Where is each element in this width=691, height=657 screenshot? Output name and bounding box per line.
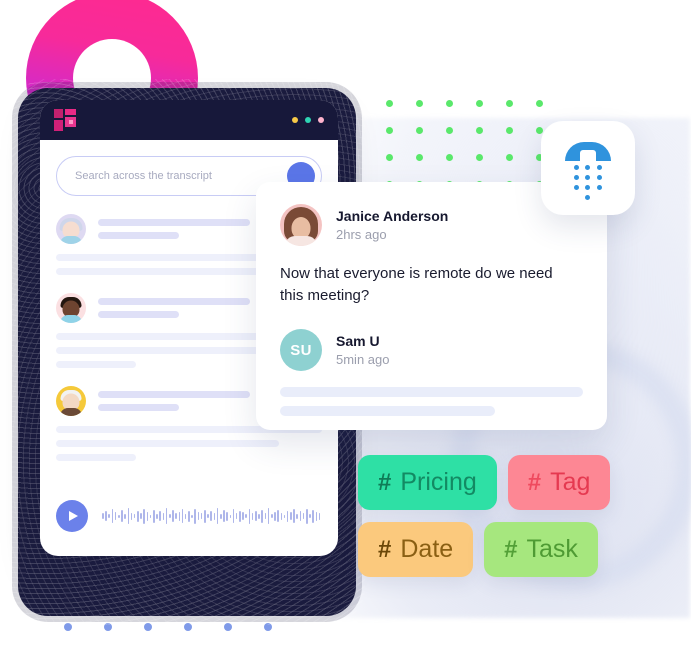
- tag-label: Pricing: [400, 468, 477, 496]
- transcript-row-body: [56, 426, 322, 461]
- tag-label: Tag: [550, 468, 591, 496]
- comment-timestamp: 2hrs ago: [336, 227, 387, 242]
- tag-label: Task: [526, 535, 578, 563]
- avatar-sam-u: SU: [280, 329, 322, 372]
- phone-dialpad-card[interactable]: [541, 121, 635, 215]
- dialpad-dots: [574, 165, 602, 200]
- brand-logo-icon: [54, 109, 76, 131]
- handset-icon: [565, 142, 611, 161]
- comment-card: Janice Anderson 2hrs ago Now that everyo…: [256, 182, 607, 430]
- avatar-speaker-two: [56, 293, 86, 323]
- close-dot[interactable]: [318, 117, 324, 123]
- comment-author-name: Janice Anderson: [336, 208, 449, 224]
- phone-dialpad-icon: [565, 142, 611, 200]
- tag-label: Date: [400, 535, 454, 563]
- minimize-dot[interactable]: [292, 117, 298, 123]
- tag-pricing[interactable]: # Pricing: [358, 455, 497, 510]
- avatar-speaker-one: [56, 214, 86, 244]
- tag-chip-group: # Pricing # Tag # Date # Task: [358, 455, 640, 577]
- audio-player: [56, 500, 322, 532]
- reply-author-name: Sam U: [336, 333, 380, 350]
- tag-task[interactable]: # Task: [484, 522, 598, 577]
- tag-tag[interactable]: # Tag: [507, 455, 611, 510]
- tag-date[interactable]: # Date: [358, 522, 474, 577]
- comment-message: Now that everyone is remote do we need t…: [280, 265, 553, 305]
- comment-reply-header: SU Sam U 5min ago: [280, 329, 583, 372]
- window-controls: [292, 117, 324, 123]
- hash-icon: #: [527, 468, 542, 496]
- hash-icon: #: [504, 535, 518, 563]
- reply-author-meta: Sam U 5min ago: [336, 333, 389, 367]
- illustration-stage: Janice Anderson 2hrs ago Now that everyo…: [0, 0, 691, 657]
- play-icon[interactable]: [56, 500, 88, 532]
- hash-icon: #: [378, 468, 392, 496]
- search-input[interactable]: [75, 170, 287, 182]
- reply-placeholder-lines: [280, 387, 583, 417]
- avatar-speaker-three: [56, 386, 86, 416]
- comment-author-header: Janice Anderson 2hrs ago: [280, 204, 583, 246]
- comment-author-meta: Janice Anderson 2hrs ago: [336, 208, 448, 242]
- avatar-janice-anderson: [280, 204, 322, 246]
- audio-waveform[interactable]: [102, 505, 322, 527]
- hash-icon: #: [378, 535, 392, 563]
- maximize-dot[interactable]: [305, 117, 311, 123]
- reply-timestamp: 5min ago: [336, 352, 390, 368]
- app-titlebar: [40, 100, 338, 140]
